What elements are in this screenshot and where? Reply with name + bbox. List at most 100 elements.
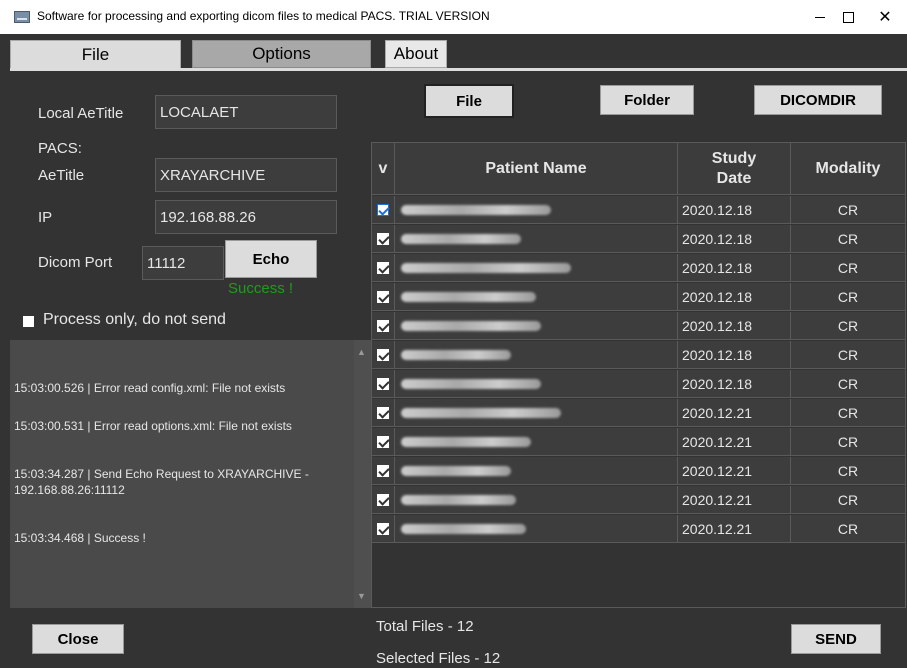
row-checkbox-cell[interactable] bbox=[372, 428, 395, 455]
table-row[interactable]: 2020.12.18 CR bbox=[372, 341, 905, 369]
row-checkbox-cell[interactable] bbox=[372, 225, 395, 252]
patient-name-cell[interactable] bbox=[395, 457, 678, 484]
row-checkbox[interactable] bbox=[377, 406, 389, 419]
modality-cell[interactable]: CR bbox=[791, 225, 905, 252]
row-checkbox[interactable] bbox=[377, 464, 389, 477]
modality-cell[interactable]: CR bbox=[791, 341, 905, 368]
row-checkbox[interactable] bbox=[377, 232, 389, 245]
row-checkbox[interactable] bbox=[377, 435, 389, 448]
table-row[interactable]: 2020.12.18 CR bbox=[372, 254, 905, 282]
modality-cell[interactable]: CR bbox=[791, 457, 905, 484]
modality-cell[interactable]: CR bbox=[791, 196, 905, 223]
table-row[interactable]: 2020.12.18 CR bbox=[372, 370, 905, 398]
column-header-modality[interactable]: Modality bbox=[791, 143, 905, 195]
table-row[interactable]: 2020.12.18 CR bbox=[372, 225, 905, 253]
patient-name-cell[interactable] bbox=[395, 283, 678, 310]
study-date-cell[interactable]: 2020.12.21 bbox=[678, 486, 791, 513]
row-checkbox-cell[interactable] bbox=[372, 312, 395, 339]
row-checkbox[interactable] bbox=[377, 377, 389, 390]
table-row[interactable]: 2020.12.21 CR bbox=[372, 428, 905, 456]
row-checkbox-cell[interactable] bbox=[372, 515, 395, 542]
files-grid[interactable]: v Patient Name Study Date Modality 2020.… bbox=[371, 142, 906, 608]
echo-status: Success ! bbox=[228, 280, 294, 297]
scroll-down-icon[interactable]: ▼ bbox=[357, 588, 366, 604]
study-date-cell[interactable]: 2020.12.18 bbox=[678, 283, 791, 310]
row-checkbox[interactable] bbox=[377, 203, 389, 216]
study-date-cell[interactable]: 2020.12.18 bbox=[678, 225, 791, 252]
patient-name-cell[interactable] bbox=[395, 370, 678, 397]
patient-name-cell[interactable] bbox=[395, 341, 678, 368]
patient-name-cell[interactable] bbox=[395, 312, 678, 339]
dicom-port-label: Dicom Port bbox=[38, 254, 113, 271]
column-header-check[interactable]: v bbox=[372, 143, 395, 195]
tab-file[interactable]: File bbox=[10, 40, 181, 68]
study-date-cell[interactable]: 2020.12.18 bbox=[678, 312, 791, 339]
process-only-checkbox[interactable] bbox=[23, 316, 34, 327]
ip-input[interactable]: 192.168.88.26 bbox=[155, 200, 337, 234]
table-row[interactable]: 2020.12.18 CR bbox=[372, 312, 905, 340]
modality-cell[interactable]: CR bbox=[791, 515, 905, 542]
row-checkbox-cell[interactable] bbox=[372, 457, 395, 484]
study-date-cell[interactable]: 2020.12.21 bbox=[678, 428, 791, 455]
row-checkbox-cell[interactable] bbox=[372, 341, 395, 368]
row-checkbox-cell[interactable] bbox=[372, 486, 395, 513]
table-row[interactable]: 2020.12.18 CR bbox=[372, 196, 905, 224]
select-folder-button[interactable]: Folder bbox=[600, 85, 694, 115]
study-date-cell[interactable]: 2020.12.18 bbox=[678, 196, 791, 223]
row-checkbox-cell[interactable] bbox=[372, 254, 395, 281]
patient-name-cell[interactable] bbox=[395, 515, 678, 542]
pacs-aetitle-input[interactable]: XRAYARCHIVE bbox=[155, 158, 337, 192]
close-window-button[interactable]: ✕ bbox=[862, 0, 907, 34]
row-checkbox[interactable] bbox=[377, 319, 389, 332]
row-checkbox[interactable] bbox=[377, 522, 389, 535]
pacs-label: PACS: bbox=[38, 140, 82, 157]
patient-name-cell[interactable] bbox=[395, 399, 678, 426]
study-date-cell[interactable]: 2020.12.18 bbox=[678, 254, 791, 281]
patient-name-cell[interactable] bbox=[395, 196, 678, 223]
modality-cell[interactable]: CR bbox=[791, 486, 905, 513]
modality-cell[interactable]: CR bbox=[791, 370, 905, 397]
log-entry: 15:03:00.531 | Error read options.xml: F… bbox=[14, 419, 292, 433]
patient-name-cell[interactable] bbox=[395, 254, 678, 281]
close-button[interactable]: Close bbox=[32, 624, 124, 654]
patient-name-cell[interactable] bbox=[395, 428, 678, 455]
echo-button[interactable]: Echo bbox=[225, 240, 317, 278]
table-row[interactable]: 2020.12.21 CR bbox=[372, 515, 905, 543]
select-dicomdir-button[interactable]: DICOMDIR bbox=[754, 85, 882, 115]
dicom-port-input[interactable]: 11112 bbox=[142, 246, 224, 280]
column-header-patient-name[interactable]: Patient Name bbox=[395, 143, 678, 195]
table-row[interactable]: 2020.12.21 CR bbox=[372, 486, 905, 514]
modality-cell[interactable]: CR bbox=[791, 399, 905, 426]
local-aetitle-input[interactable]: LOCALAET bbox=[155, 95, 337, 129]
study-date-cell[interactable]: 2020.12.21 bbox=[678, 399, 791, 426]
modality-cell[interactable]: CR bbox=[791, 312, 905, 339]
select-file-button[interactable]: File bbox=[424, 84, 514, 118]
study-date-cell[interactable]: 2020.12.18 bbox=[678, 370, 791, 397]
log-panel[interactable]: 15:03:00.526 | Error read config.xml: Fi… bbox=[10, 340, 371, 608]
modality-cell[interactable]: CR bbox=[791, 428, 905, 455]
row-checkbox[interactable] bbox=[377, 348, 389, 361]
scroll-up-icon[interactable]: ▲ bbox=[357, 344, 366, 360]
log-scrollbar[interactable]: ▲ ▼ bbox=[354, 340, 371, 608]
patient-name-cell[interactable] bbox=[395, 225, 678, 252]
patient-name-cell[interactable] bbox=[395, 486, 678, 513]
row-checkbox[interactable] bbox=[377, 493, 389, 506]
row-checkbox-cell[interactable] bbox=[372, 399, 395, 426]
table-row[interactable]: 2020.12.18 CR bbox=[372, 283, 905, 311]
tab-about[interactable]: About bbox=[385, 40, 447, 68]
row-checkbox[interactable] bbox=[377, 290, 389, 303]
tab-options[interactable]: Options bbox=[192, 40, 371, 68]
row-checkbox-cell[interactable] bbox=[372, 283, 395, 310]
row-checkbox-cell[interactable] bbox=[372, 196, 395, 223]
send-button[interactable]: SEND bbox=[791, 624, 881, 654]
study-date-cell[interactable]: 2020.12.18 bbox=[678, 341, 791, 368]
row-checkbox[interactable] bbox=[377, 261, 389, 274]
column-header-study-date[interactable]: Study Date bbox=[678, 143, 791, 195]
table-row[interactable]: 2020.12.21 CR bbox=[372, 399, 905, 427]
table-row[interactable]: 2020.12.21 CR bbox=[372, 457, 905, 485]
row-checkbox-cell[interactable] bbox=[372, 370, 395, 397]
modality-cell[interactable]: CR bbox=[791, 283, 905, 310]
study-date-cell[interactable]: 2020.12.21 bbox=[678, 457, 791, 484]
study-date-cell[interactable]: 2020.12.21 bbox=[678, 515, 791, 542]
modality-cell[interactable]: CR bbox=[791, 254, 905, 281]
